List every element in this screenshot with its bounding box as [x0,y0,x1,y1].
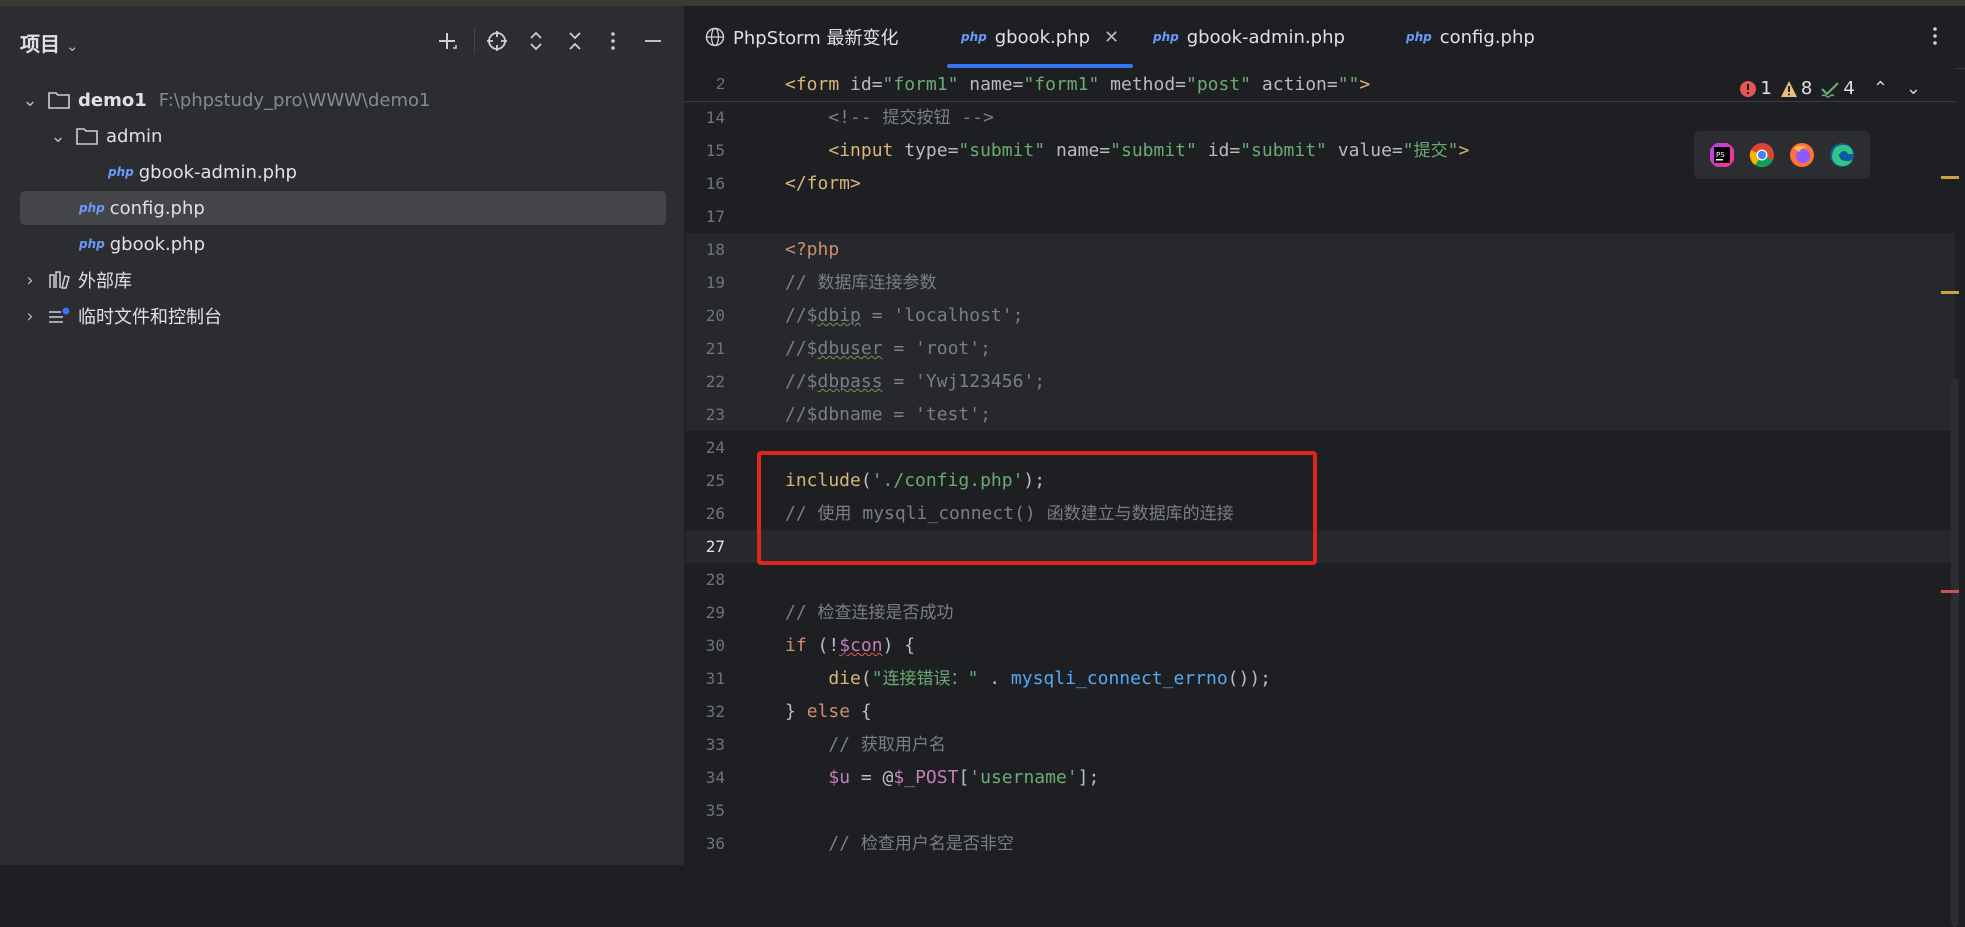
warning-marker[interactable] [1941,176,1959,179]
code-line: 14 <!-- 提交按钮 --> [705,107,994,128]
chevron-down-icon[interactable]: ⌄ [1906,78,1921,99]
tab-label: gbook-admin.php [1186,26,1345,48]
globe-icon [705,27,725,47]
edge-icon[interactable] [1829,142,1855,168]
tree-item-admin[interactable]: ⌄ admin [20,119,666,153]
tree-item-label: 临时文件和控制台 [78,307,222,328]
chevron-down-icon[interactable]: ⌄ [48,126,68,147]
project-panel: 项目 ⌄ ⌄ demo1 F:\phpstudy_pro\WWW\demo1 ⌄ … [0,6,685,865]
code-line: 22//$dbpass = 'Ywj123456'; [685,365,1955,398]
php-file-icon: php [108,165,134,179]
typo-count[interactable]: 4 [1820,78,1855,99]
code-line: 32} else { [705,701,872,722]
highlight-box [757,451,1317,565]
tab-label: PhpStorm 最新变化 [733,28,899,49]
chevron-right-icon[interactable]: › [20,270,40,291]
inspections-widget[interactable]: 1 8 4 ⌃ ⌄ [1739,78,1921,99]
code-line: 34 $u = @$_POST['username']; [705,767,1100,788]
tab-config[interactable]: php config.php [1406,6,1535,68]
warning-icon [1780,80,1797,97]
error-marker[interactable] [1941,590,1959,593]
code-line: 35 [705,801,725,820]
sticky-code: <form id="form1" name="form1" method="po… [785,74,1371,95]
svg-text:PS: PS [1716,151,1725,159]
tree-item-config[interactable]: php config.php [20,191,666,225]
firefox-icon[interactable] [1789,142,1815,168]
browser-preview-bar: PS [1694,131,1870,179]
folder-icon [46,90,72,110]
error-count[interactable]: 1 [1739,78,1772,99]
phpstorm-icon[interactable]: PS [1709,142,1735,168]
close-icon[interactable]: ✕ [1104,27,1119,48]
library-icon [46,270,72,290]
tab-label: config.php [1439,26,1535,48]
tree-item-label: 外部库 [78,271,132,292]
code-line: 18 <?php [685,233,1955,266]
code-line: 31 die("连接错误：" . mysqli_connect_errno())… [705,668,1272,689]
tree-item-scratches[interactable]: › 临时文件和控制台 [20,299,666,333]
tree-item-gbook-admin[interactable]: php gbook-admin.php [20,155,666,189]
code-line: 17 [705,207,725,226]
tree-item-label: admin [106,125,163,147]
project-title-dropdown[interactable]: 项目 ⌄ [20,28,79,57]
warning-marker[interactable] [1941,291,1959,294]
tree-item-label: config.php [109,197,205,219]
minimize-icon[interactable] [638,26,668,56]
chevron-right-icon[interactable]: › [20,306,40,327]
code-line: 23//$dbname = 'test'; [685,398,1955,431]
tree-item-label: gbook.php [109,233,206,255]
code-line: 29// 检查连接是否成功 [705,602,954,623]
tab-gbook-admin[interactable]: php gbook-admin.php [1153,6,1345,68]
tree-item-gbook[interactable]: php gbook.php [20,227,666,261]
project-path: F:\phpstudy_pro\WWW\demo1 [158,89,431,111]
error-icon [1740,80,1757,97]
tab-gbook[interactable]: php gbook.php ✕ [947,6,1134,68]
typo-check-icon [1821,81,1840,98]
tree-item-label: demo1 [78,89,147,111]
locate-icon[interactable] [482,26,512,56]
code-line: 36 // 检查用户名是否非空 [705,833,1014,854]
tab-whats-new[interactable]: PhpStorm 最新变化 [705,6,899,68]
chrome-icon[interactable] [1749,142,1775,168]
tree-item-external-libraries[interactable]: › 外部库 [20,263,666,297]
project-header: 项目 ⌄ [0,6,684,74]
folder-icon [74,126,100,146]
line-number: 2 [716,76,725,93]
chevron-up-icon[interactable]: ⌃ [1873,78,1888,99]
scrollbar-thumb[interactable] [1951,378,1959,927]
tree-item-label: gbook-admin.php [138,161,297,183]
code-line: 30 if (!$con) { [705,635,916,656]
php-file-icon: php [1406,30,1432,44]
tab-label: gbook.php [994,26,1091,48]
project-title-label: 项目 [20,32,60,56]
code-line: 20//$dbip = 'localhost'; [685,299,1955,332]
code-line: 21//$dbuser = 'root'; [685,332,1955,365]
chevron-down-icon: ⌄ [66,37,79,55]
editor-tabs: PhpStorm 最新变化 php gbook.php ✕ php gbook-… [685,6,1965,69]
php-file-icon: php [79,237,105,251]
php-file-icon: php [1153,30,1179,44]
php-file-icon: php [961,30,987,44]
code-line: 19// 数据库连接参数 [685,266,1955,299]
warning-count[interactable]: 8 [1780,78,1812,99]
more-options-icon[interactable] [598,26,628,56]
code-line: 28 [705,570,725,589]
collapse-all-icon[interactable] [560,26,590,56]
scratches-icon [46,306,72,326]
editor-scrollbar[interactable] [1935,68,1965,927]
php-file-icon: php [79,201,105,215]
expand-all-icon[interactable] [521,26,551,56]
chevron-down-icon[interactable]: ⌄ [20,90,40,111]
add-icon[interactable] [432,26,462,56]
tree-item-demo1[interactable]: ⌄ demo1 F:\phpstudy_pro\WWW\demo1 [20,83,666,117]
more-tabs-icon[interactable] [1923,24,1947,48]
toolbar-separator [474,28,475,54]
code-line: 33 // 获取用户名 [705,734,946,755]
